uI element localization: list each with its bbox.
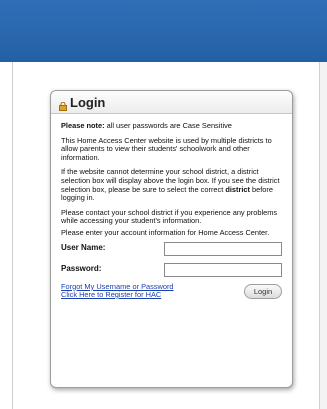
login-body: Please note: all user passwords are Case… — [61, 121, 284, 300]
login-panel-header: Login — [51, 91, 292, 114]
password-label: Password: — [61, 264, 102, 274]
password-input[interactable] — [164, 262, 282, 277]
login-title: Login — [70, 94, 106, 110]
help-links: Forgot My Username or Password Click Her… — [61, 282, 174, 300]
contact-paragraph: Please contact your school district if y… — [61, 207, 278, 226]
username-input[interactable] — [164, 241, 282, 256]
case-sensitive-note: Please note: all user passwords are Case… — [61, 121, 284, 131]
login-button[interactable]: Login — [244, 284, 282, 300]
right-scrollbar-track[interactable] — [319, 62, 327, 409]
register-link[interactable]: Click Here to Register for HAC — [61, 290, 174, 299]
intro-paragraph: This Home Access Center website is used … — [61, 135, 272, 162]
login-panel: Login Please note: all user passwords ar… — [50, 90, 293, 388]
lock-icon — [59, 98, 67, 111]
left-divider — [12, 62, 13, 409]
password-row: Password: — [61, 262, 284, 278]
note-label: Please note: — [61, 121, 105, 130]
district-emphasis: district — [225, 184, 250, 194]
login-footer: Forgot My Username or Password Click Her… — [61, 282, 284, 300]
enter-account-paragraph: Please enter your account information fo… — [61, 227, 270, 237]
header-banner — [0, 0, 327, 62]
username-label: User Name: — [61, 243, 106, 253]
username-row: User Name: — [61, 241, 284, 257]
note-text: all user passwords are Case Sensitive — [104, 121, 232, 130]
district-paragraph: If the website cannot determine your sch… — [61, 168, 284, 202]
